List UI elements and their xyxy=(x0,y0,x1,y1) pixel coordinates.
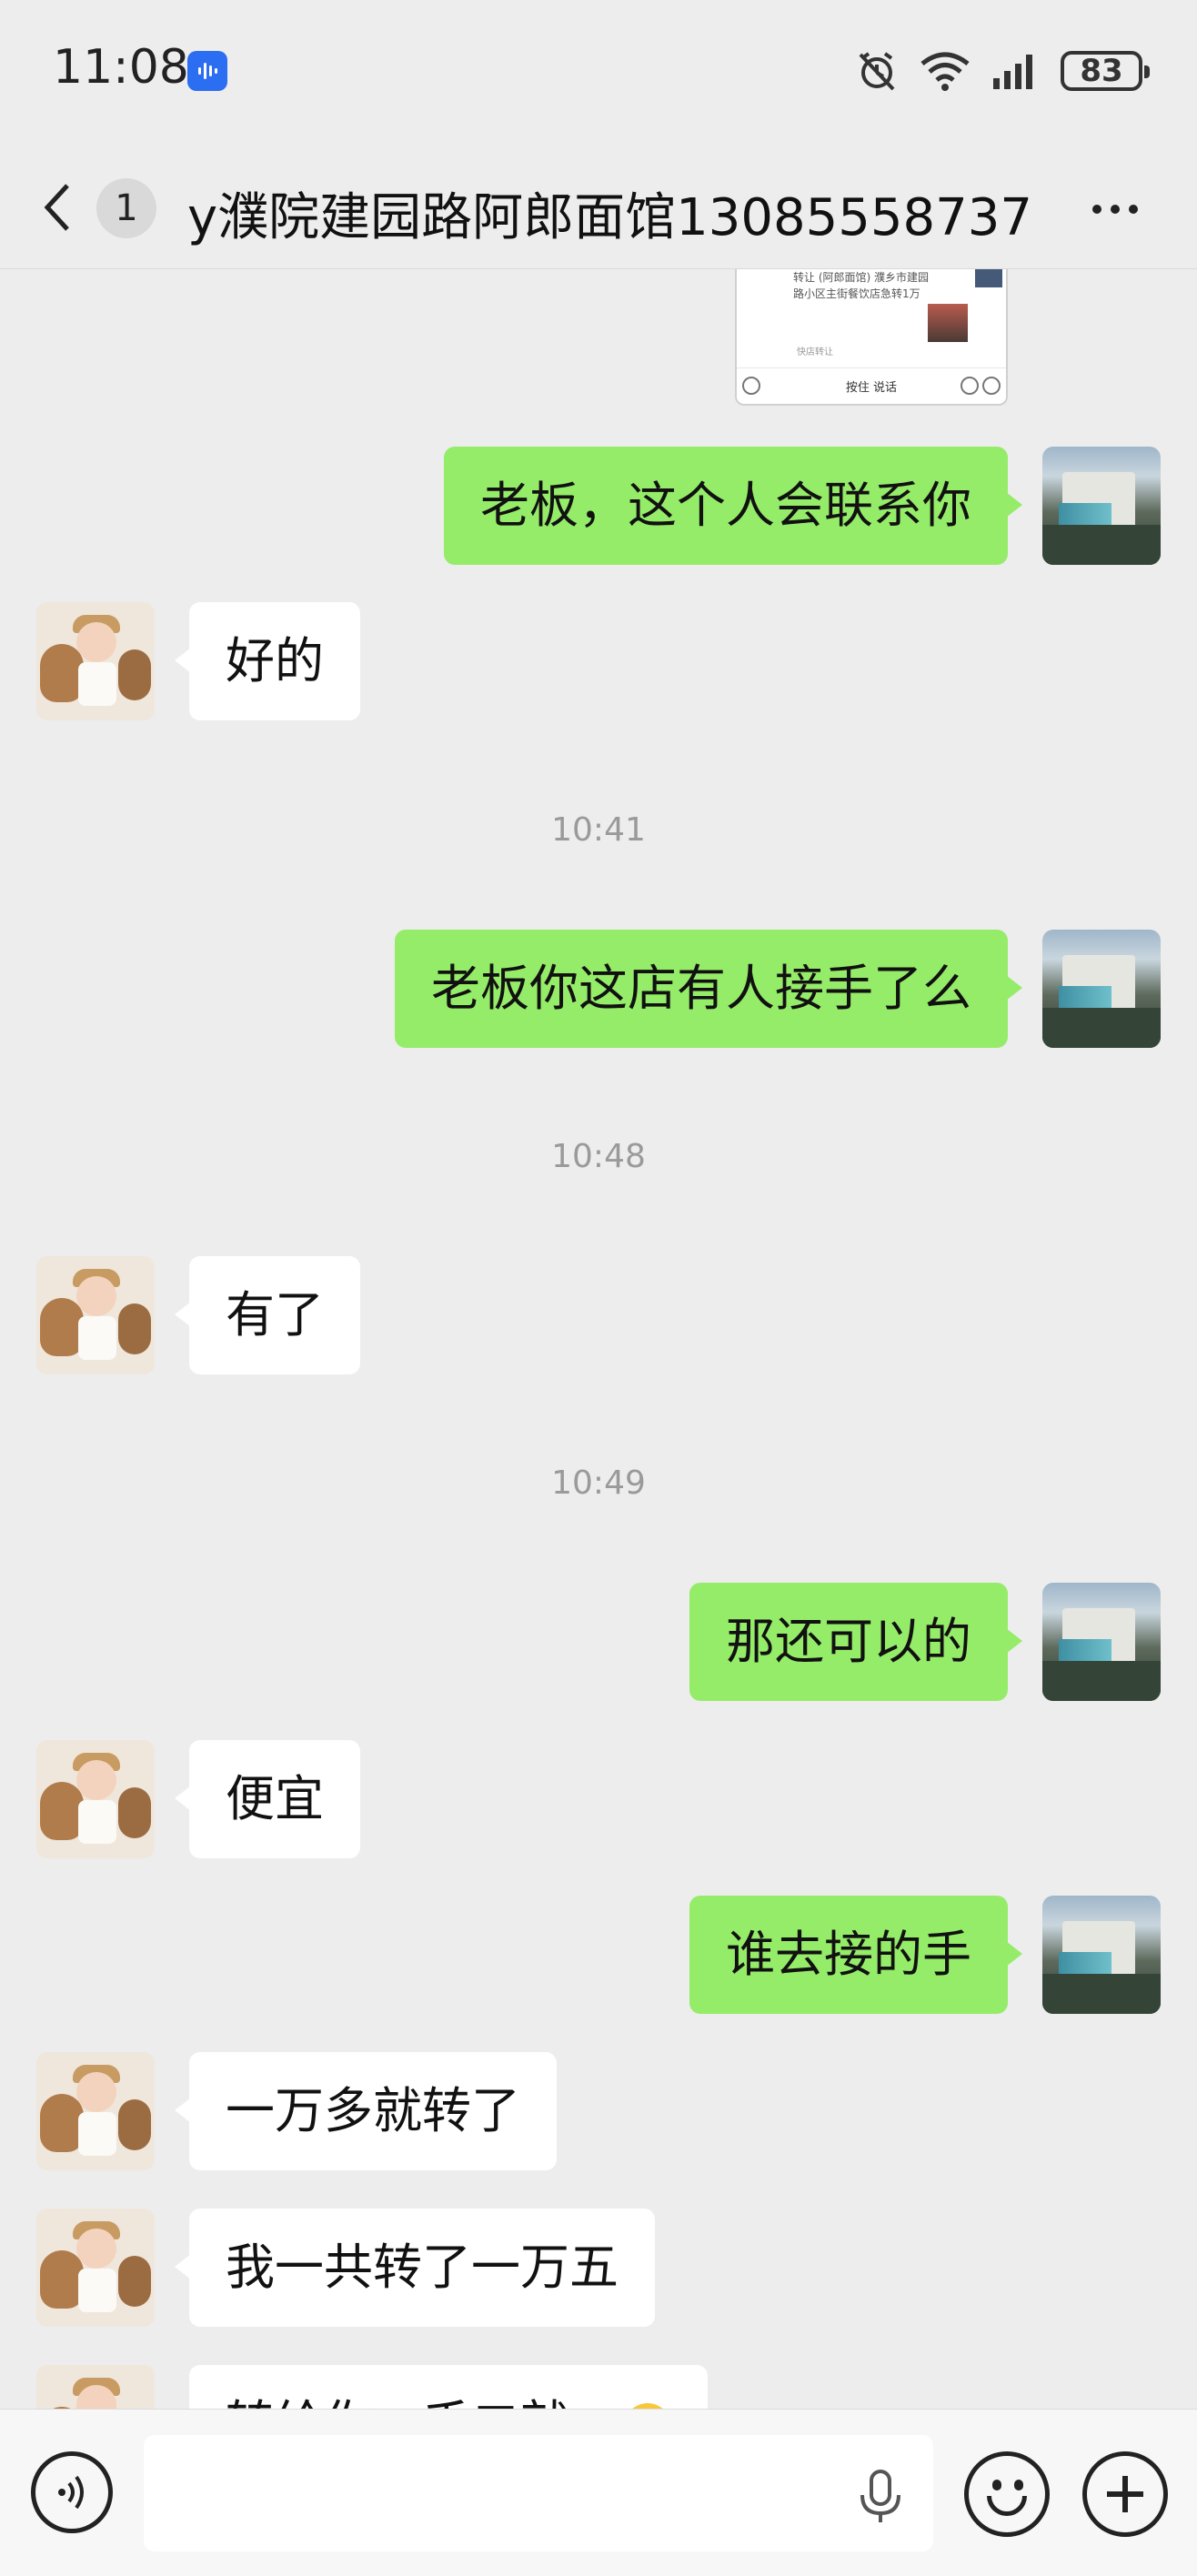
more-dot-icon xyxy=(1092,205,1101,214)
shared-card-message[interactable]: 转让 (阿郎面馆) 濮乡市建园路小区主街餐饮店急转1万 快店转让 按住 说话 xyxy=(735,269,1008,406)
contact-avatar[interactable] xyxy=(36,2209,155,2327)
chat-header: 1 y濮院建园路阿郎面馆13085558737 xyxy=(0,146,1197,269)
message-row-received: 我一共转了一万五 xyxy=(0,2209,1197,2327)
message-text: 转给你一千二就... xyxy=(226,2395,617,2409)
chat-title: y濮院建园路阿郎面馆13085558737 xyxy=(187,188,1033,247)
timestamp-label: 10:49 xyxy=(551,1464,646,1502)
emoji-eye-icon xyxy=(1014,2480,1023,2490)
battery-icon: 83 xyxy=(1061,51,1150,91)
message-row-received: 好的 xyxy=(0,602,1197,720)
message-bubble-sent[interactable]: 老板，这个人会联系你 xyxy=(444,447,1022,565)
message-bubble-received[interactable]: 有了 xyxy=(175,1256,360,1374)
message-bubble-received[interactable]: 转给你一千二就... xyxy=(189,2365,708,2409)
timestamp-label: 10:48 xyxy=(551,1138,646,1175)
message-bubble-sent[interactable]: 那还可以的 xyxy=(689,1583,1022,1701)
message-bubble-sent[interactable]: 谁去接的手 xyxy=(689,1896,1022,2014)
emoji-icon xyxy=(961,377,979,395)
message-row-received: 有了 xyxy=(0,1256,1197,1374)
status-icons: 83 xyxy=(855,45,1150,96)
unread-count-badge[interactable]: 1 xyxy=(96,178,156,238)
more-options-button[interactable] xyxy=(1079,182,1152,236)
message-bubble-received[interactable]: 好的 xyxy=(175,602,360,720)
voice-assistant-icon xyxy=(187,51,227,91)
message-row-sent: 那还可以的 xyxy=(0,1583,1197,1701)
message-row-sent: 老板你这店有人接手了么 xyxy=(0,930,1197,1048)
message-bubble-received[interactable]: 便宜 xyxy=(175,1740,360,1858)
wifi-icon xyxy=(920,52,970,91)
status-bar: 11:08 83 xyxy=(0,0,1197,146)
contact-avatar[interactable] xyxy=(36,602,155,720)
alarm-icon xyxy=(859,52,895,91)
contact-avatar[interactable] xyxy=(36,1740,155,1858)
message-bubble-received[interactable]: 一万多就转了 xyxy=(175,2052,557,2170)
message-row-received: 便宜 xyxy=(0,1740,1197,1858)
plus-button[interactable] xyxy=(1082,2451,1168,2537)
card-thumbnail-small xyxy=(975,269,1002,287)
voice-toggle-button[interactable] xyxy=(31,2451,113,2533)
message-bubble-sent[interactable]: 老板你这店有人接手了么 xyxy=(395,930,1022,1048)
card-text: 转让 (阿郎面馆) 濮乡市建园路小区主街餐饮店急转1万 xyxy=(793,271,929,300)
my-avatar[interactable] xyxy=(1042,447,1161,565)
card-bar-label: 按住 说话 xyxy=(845,381,898,395)
card-source: 快店转让 xyxy=(797,347,833,357)
message-row-received: 一万多就转了 xyxy=(0,2052,1197,2170)
more-dot-icon xyxy=(1129,205,1138,214)
emoji-eye-icon xyxy=(992,2480,1001,2490)
my-avatar[interactable] xyxy=(1042,1583,1161,1701)
contact-avatar[interactable] xyxy=(36,2365,155,2409)
chat-area[interactable]: 转让 (阿郎面馆) 濮乡市建园路小区主街餐饮店急转1万 快店转让 按住 说话 老… xyxy=(0,269,1197,2409)
my-avatar[interactable] xyxy=(1042,1896,1161,2014)
contact-avatar[interactable] xyxy=(36,2052,155,2170)
plus-icon xyxy=(982,377,1001,395)
more-dot-icon xyxy=(1111,205,1120,214)
message-row-sent: 谁去接的手 xyxy=(0,1896,1197,2014)
battery-level: 83 xyxy=(1080,53,1123,89)
timestamp-label: 10:41 xyxy=(551,811,646,849)
message-row-sent: 老板，这个人会联系你 xyxy=(0,447,1197,565)
voice-toggle-icon xyxy=(58,2475,84,2510)
my-avatar[interactable] xyxy=(1042,930,1161,1048)
message-row-received: 转给你一千二就... xyxy=(0,2365,1197,2409)
emoji-mouth-icon xyxy=(987,2496,1027,2516)
chevron-left-icon xyxy=(44,184,69,231)
input-bar xyxy=(0,2409,1197,2576)
microphone-icon[interactable] xyxy=(855,2470,906,2524)
contact-avatar[interactable] xyxy=(36,1256,155,1374)
message-bubble-received[interactable]: 我一共转了一万五 xyxy=(175,2209,655,2327)
voice-icon xyxy=(742,377,760,395)
card-thumbnail xyxy=(928,304,968,342)
card-bottom-bar: 按住 说话 xyxy=(737,367,1006,404)
status-time: 11:08 xyxy=(53,40,189,95)
message-input[interactable] xyxy=(144,2435,933,2551)
signal-icon xyxy=(993,55,1032,89)
emoji-button[interactable] xyxy=(964,2451,1050,2537)
